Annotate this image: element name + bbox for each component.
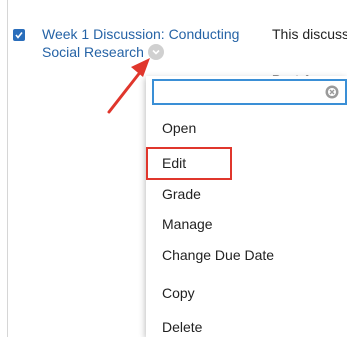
menu-item-copy[interactable]: Copy (162, 284, 195, 302)
edit-highlight-box (146, 147, 232, 180)
chevron-down-icon (152, 49, 160, 55)
menu-item-delete[interactable]: Delete (162, 318, 202, 336)
clear-circle-icon[interactable] (325, 85, 339, 99)
checkbox-checked-icon (15, 32, 23, 39)
menu-item-grade[interactable]: Grade (162, 185, 201, 203)
menu-item-open[interactable]: Open (162, 119, 196, 137)
menu-item-manage[interactable]: Manage (162, 215, 213, 233)
item-checkbox[interactable] (13, 29, 25, 41)
description-preview: This discuss (272, 26, 347, 42)
menu-search-box (152, 79, 347, 105)
menu-item-change-due-date[interactable]: Change Due Date (162, 246, 274, 264)
left-border (7, 0, 8, 337)
item-options-button[interactable] (148, 44, 164, 60)
menu-search-input[interactable] (154, 81, 326, 103)
